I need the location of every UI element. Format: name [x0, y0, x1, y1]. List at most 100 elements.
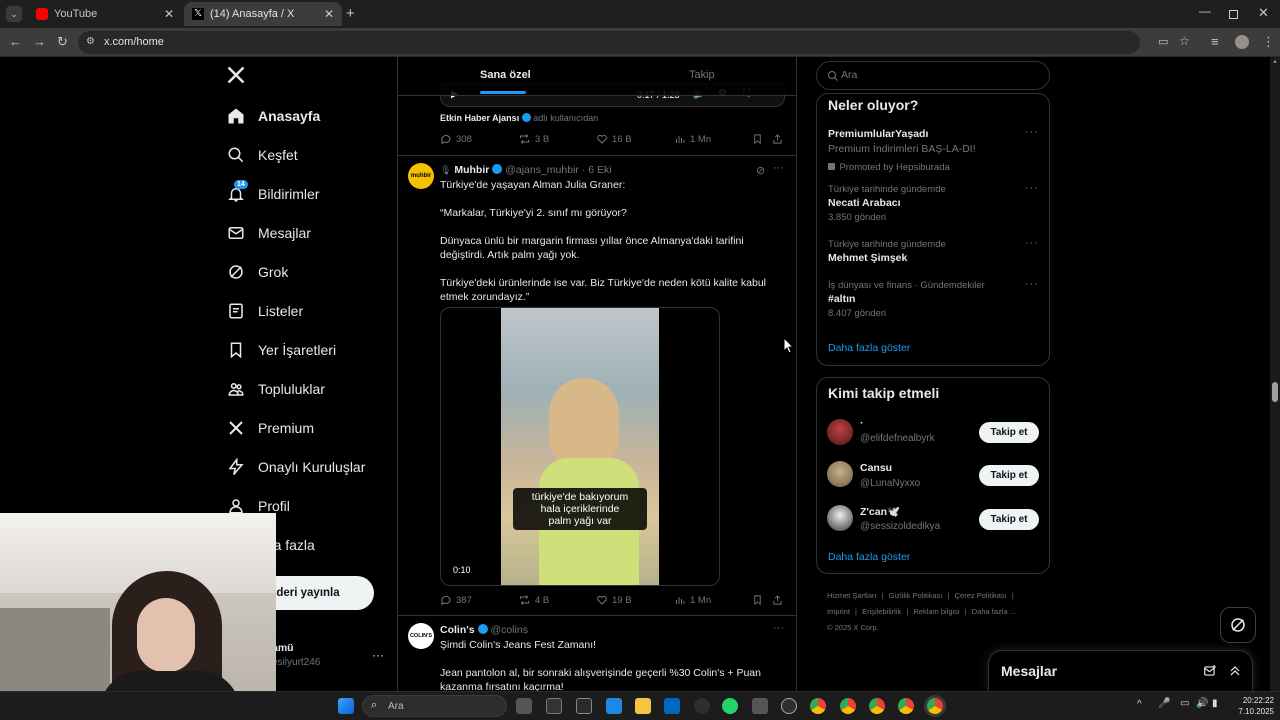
reply-button[interactable]: 387 [440, 594, 472, 606]
trend-item[interactable]: İş dünyası ve finans · Gündemdekiler #al… [817, 276, 1049, 324]
scroll-up-arrow[interactable]: ▲ [1272, 59, 1278, 65]
chrome-icon[interactable] [869, 698, 885, 714]
like-button[interactable]: 16 B [596, 133, 632, 145]
restore-window-icon[interactable] [1229, 10, 1238, 19]
whatsapp-icon[interactable] [722, 698, 738, 714]
footer-link[interactable]: Daha fazla ... [972, 607, 1016, 616]
site-info-icon[interactable]: ⚙ [86, 36, 95, 47]
task-view-icon[interactable] [516, 698, 532, 714]
tab-following[interactable]: Takip [689, 69, 715, 81]
nav-notifications[interactable]: 14 Bildirimler [226, 178, 319, 210]
chevron-up-icon[interactable]: ^ [1137, 699, 1142, 710]
photos-icon[interactable] [606, 698, 622, 714]
terminal-icon[interactable] [546, 698, 562, 714]
footer-link[interactable]: Erişilebilirlik [862, 607, 901, 616]
scrollbar-thumb[interactable] [1272, 382, 1278, 402]
tweet[interactable]: COLIN'S Colin's @colins ··· Şimdi Colin'… [398, 616, 796, 691]
x-logo-icon[interactable] [226, 65, 248, 87]
repost-button[interactable]: 4 B [518, 594, 549, 606]
trend-item[interactable]: PremiumlularYaşadı Premium İndirimleri B… [817, 124, 1049, 173]
more-options-icon[interactable]: ··· [1025, 237, 1039, 249]
browser-tab-youtube[interactable]: YouTube ✕ [28, 2, 182, 26]
footer-link[interactable]: Imprint [827, 607, 850, 616]
nav-verified-orgs[interactable]: Onaylı Kuruluşlar [226, 451, 365, 483]
suggestion-name[interactable]: · [860, 417, 864, 429]
new-message-icon[interactable] [1203, 664, 1217, 678]
more-options-icon[interactable]: ··· [1025, 126, 1039, 138]
battery-icon[interactable]: ▮ [1212, 698, 1218, 709]
follow-button[interactable]: Takip et [979, 422, 1039, 443]
footer-link[interactable]: Gizlilik Politikası [889, 591, 943, 600]
nav-premium[interactable]: Premium [226, 412, 314, 444]
follow-button[interactable]: Takip et [979, 465, 1039, 486]
footer-link[interactable]: Reklam bilgisi [913, 607, 959, 616]
windows-start-icon[interactable] [338, 698, 354, 714]
share-button[interactable] [772, 594, 787, 606]
close-tab-icon[interactable]: ✕ [164, 7, 174, 21]
search-input[interactable]: Ara [816, 61, 1050, 90]
avatar[interactable] [827, 461, 853, 487]
views-button[interactable]: 1 Mn [674, 594, 711, 606]
like-button[interactable]: 19 B [596, 594, 632, 606]
avatar[interactable]: COLIN'S [408, 623, 434, 649]
chrome-icon[interactable] [898, 698, 914, 714]
more-options-icon[interactable]: ··· [372, 648, 384, 662]
nav-communities[interactable]: Topluluklar [226, 373, 325, 405]
trend-item[interactable]: Türkiye tarihinde gündemde Necati Arabac… [817, 180, 1049, 228]
follow-suggestion[interactable]: · @elifdefnealbyrk Takip et [817, 417, 1049, 453]
browser-tab-x[interactable]: 𝕏 (14) Anasayfa / X ✕ [184, 2, 342, 26]
install-app-icon[interactable]: ▭ [1158, 35, 1168, 48]
page-scrollbar[interactable]: ▲ [1270, 57, 1280, 691]
more-options-icon[interactable]: ··· [773, 162, 784, 174]
new-tab-button[interactable]: + [346, 5, 355, 22]
follow-suggestion[interactable]: Cansu @LunaNyxxo Takip et [817, 461, 1049, 497]
nav-grok[interactable]: Grok [226, 256, 288, 288]
author-name[interactable]: Colin's [440, 624, 475, 636]
account-switcher[interactable]: amü esilyurt246 ··· [272, 642, 392, 676]
nav-messages[interactable]: Mesajlar [226, 217, 311, 249]
nav-home[interactable]: Anasayfa [226, 100, 320, 132]
grok-icon[interactable]: ⊘ [756, 164, 765, 177]
volume-icon[interactable]: 🔊 [1196, 698, 1208, 709]
avatar[interactable]: muhbir [408, 163, 434, 189]
bookmark-button[interactable] [752, 594, 767, 606]
tweet-video[interactable]: türkiye'de bakıyorum hala içeriklerinde … [440, 307, 720, 586]
nav-lists[interactable]: Listeler [226, 295, 303, 327]
author-handle[interactable]: @colins [490, 624, 528, 636]
bookmark-star-icon[interactable]: ☆ [1179, 34, 1190, 48]
display-icon[interactable]: ▭ [1180, 698, 1189, 709]
nav-explore[interactable]: Keşfet [226, 139, 298, 171]
chevron-up-icon[interactable] [1228, 664, 1242, 678]
chrome-icon[interactable] [840, 698, 856, 714]
follow-suggestion[interactable]: Z'can🕊️ @sessizoldedikya Takip et [817, 504, 1049, 540]
repost-button[interactable]: 3 B [518, 133, 549, 145]
chrome-icon[interactable] [810, 698, 826, 714]
tab-for-you[interactable]: Sana özel [480, 69, 531, 81]
tab-search-button[interactable]: ⌄ [6, 6, 22, 22]
obs-icon[interactable] [781, 698, 797, 714]
snipping-tool-icon[interactable] [752, 698, 768, 714]
chrome-icon[interactable] [927, 698, 943, 714]
bookmark-button[interactable] [752, 133, 767, 145]
back-arrow-icon[interactable]: ← [9, 34, 22, 49]
file-explorer-icon[interactable] [635, 698, 651, 714]
author-handle[interactable]: @ajans_muhbir [505, 164, 579, 176]
browser-menu-icon[interactable]: ⋮ [1262, 34, 1275, 50]
avatar[interactable] [827, 419, 853, 445]
media-controls-icon[interactable]: ≡ [1211, 34, 1219, 49]
messages-drawer[interactable]: Mesajlar [988, 650, 1253, 691]
show-more-link[interactable]: Daha fazla göster [828, 551, 910, 563]
address-bar[interactable]: ⚙ x.com/home ▭ ☆ [78, 31, 1190, 54]
profile-avatar[interactable] [1235, 35, 1249, 49]
clock[interactable]: 20:22:22 7.10.2025 [1226, 695, 1274, 717]
taskbar-search[interactable]: ⌕ Ara [362, 695, 507, 717]
suggestion-name[interactable]: Z'can🕊️ [860, 505, 900, 518]
grok-floating-button[interactable] [1220, 607, 1256, 643]
tweet-date[interactable]: · 6 Eki [582, 164, 612, 176]
forward-arrow-icon[interactable]: → [33, 34, 46, 49]
powershell-icon[interactable] [576, 698, 592, 714]
store-icon[interactable] [664, 698, 680, 714]
avatar[interactable] [827, 505, 853, 531]
vscode-icon[interactable] [694, 698, 710, 714]
show-more-link[interactable]: Daha fazla göster [828, 342, 910, 354]
